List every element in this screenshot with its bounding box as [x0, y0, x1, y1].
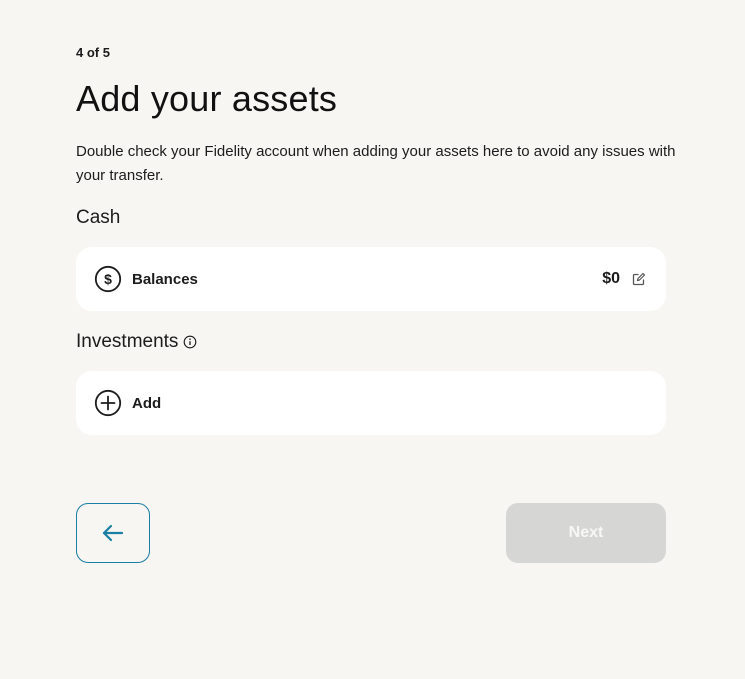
dollar-circle-icon: $ [94, 265, 122, 293]
plus-circle-icon [94, 389, 122, 417]
edit-icon[interactable] [632, 272, 646, 286]
balances-label: Balances [132, 270, 198, 288]
page-title: Add your assets [76, 78, 338, 119]
next-button[interactable]: Next [506, 503, 666, 563]
step-indicator: 4 of 5 [76, 45, 110, 60]
balances-amount: $0 [602, 270, 620, 287]
investments-heading-label: Investments [76, 331, 179, 352]
arrow-left-icon [102, 524, 124, 542]
add-investment-button[interactable]: Add [76, 371, 666, 435]
add-investment-label: Add [132, 394, 162, 412]
svg-text:$: $ [104, 271, 112, 287]
cash-section-heading: Cash [76, 207, 121, 228]
investments-section-heading: Investments [76, 331, 197, 353]
back-button[interactable] [76, 503, 150, 563]
balances-card: $ Balances $0 [76, 247, 666, 311]
page-subtitle: Double check your Fidelity account when … [76, 143, 676, 184]
info-icon[interactable] [183, 335, 197, 349]
